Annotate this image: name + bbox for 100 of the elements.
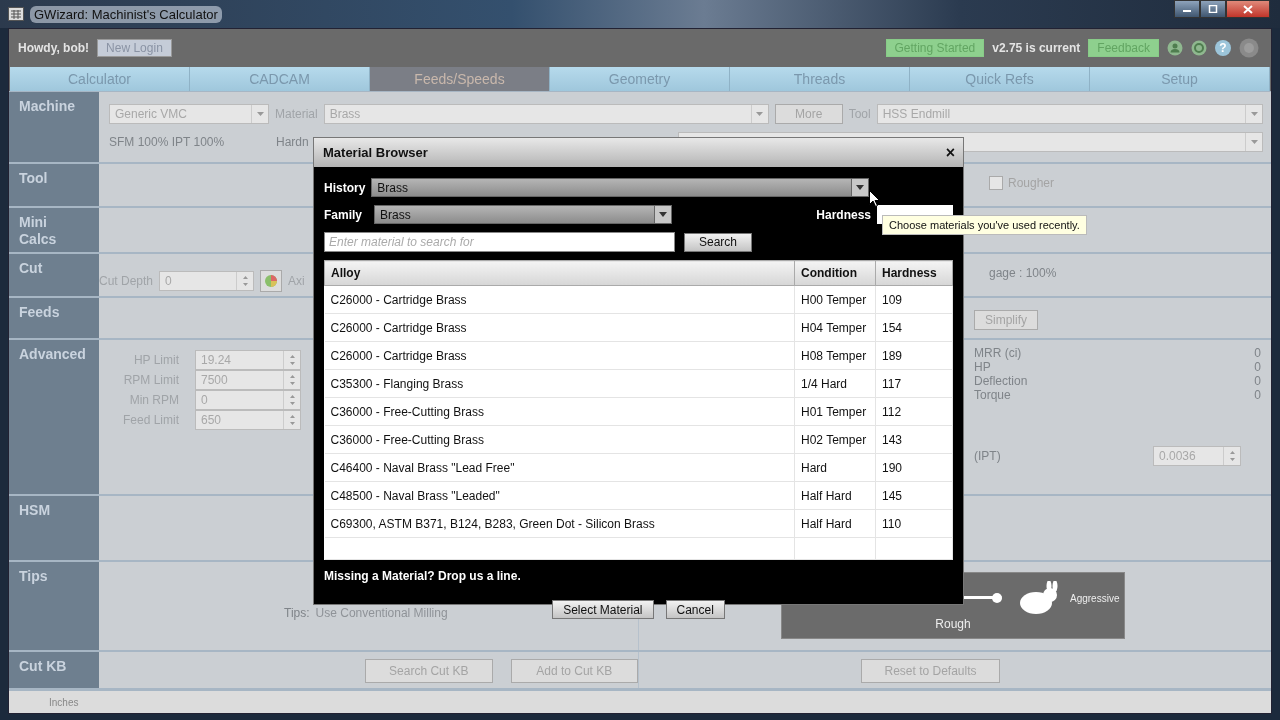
caret-icon	[256, 112, 264, 116]
dialog-button[interactable]: Cancel	[665, 600, 725, 619]
section-label: Machine	[19, 98, 75, 114]
engagement-text: gage : 100%	[989, 266, 1057, 280]
table-cell: H00 Temper	[794, 285, 876, 314]
limit-spinner[interactable]: 19.24	[195, 350, 301, 370]
machine-dropdown[interactable]: Generic VMC	[109, 104, 269, 124]
maximize-button[interactable]	[1200, 0, 1226, 18]
tab[interactable]: Setup	[1090, 67, 1270, 91]
greeting: Howdy, bob!	[18, 41, 90, 55]
close-button[interactable]: ×	[945, 143, 955, 162]
window-title: GWizard: Machinist's Calculator	[30, 5, 222, 23]
cursor-icon	[869, 190, 880, 207]
table-cell: C36000 - Free-Cutting Brass	[324, 397, 795, 426]
calculator-icon	[8, 7, 24, 21]
tool-dropdown[interactable]: HSS Endmill	[876, 104, 1263, 124]
section-label: Mini Calcs	[19, 214, 58, 248]
search-field[interactable]: Enter material to search for	[324, 232, 675, 252]
logo-icon[interactable]	[1239, 38, 1259, 58]
table-cell: 143	[875, 425, 953, 454]
section-label: Feeds	[19, 304, 60, 320]
readout-label: Deflection	[974, 374, 1028, 388]
ipt-spinner[interactable]: 0.0036	[1153, 446, 1241, 466]
section-label: Advanced	[19, 346, 86, 362]
caret-icon	[1250, 112, 1258, 116]
material-dropdown[interactable]: Brass	[323, 104, 769, 124]
readout-value: 0	[1254, 360, 1261, 374]
minimize-button[interactable]	[1174, 0, 1200, 18]
table-cell: C26000 - Cartridge Brass	[324, 313, 795, 342]
cut-depth-spinner[interactable]: 0	[159, 271, 255, 291]
table-cell: C26000 - Cartridge Brass	[324, 285, 795, 314]
close-button[interactable]	[1226, 0, 1270, 18]
machine-stats: SFM 100% IPT 100%	[109, 135, 226, 149]
readout-label: MRR (ci)	[974, 346, 1022, 360]
table-cell: H02 Temper	[794, 425, 876, 454]
table-cell: 112	[875, 397, 953, 426]
column-header[interactable]: Hardness	[875, 260, 953, 286]
dialog-button[interactable]: Select Material	[552, 600, 654, 619]
readout-label: HP	[974, 360, 991, 374]
tab[interactable]: Feeds/Speeds	[370, 67, 550, 91]
column-header[interactable]: Alloy	[324, 260, 795, 286]
history-dropdown[interactable]: Brass	[371, 178, 870, 197]
table-cell: 1/4 Hard	[794, 369, 876, 398]
limit-spinner[interactable]: 0	[195, 390, 301, 410]
field-label: History	[324, 180, 366, 195]
tab[interactable]: Geometry	[550, 67, 730, 91]
search-button[interactable]: Search	[684, 232, 752, 252]
table-cell: C48500 - Naval Brass "Leaded"	[324, 481, 795, 510]
readout-label: Torque	[974, 388, 1011, 402]
readout-value: 0	[1254, 388, 1261, 402]
color-wheel-button[interactable]	[260, 270, 283, 292]
column-header[interactable]: Condition	[794, 260, 876, 286]
slider-thumb[interactable]	[992, 593, 1002, 603]
dialog-title: Material Browser	[323, 145, 428, 160]
table-cell: C69300, ASTM B371, B124, B283, Green Dot - Silicon Brass	[324, 509, 795, 538]
refresh-icon[interactable]	[1191, 40, 1207, 56]
material-hardness: Hardn	[276, 135, 310, 149]
table-cell: Half Hard	[794, 481, 876, 510]
field-label: Family	[324, 207, 362, 222]
family-dropdown[interactable]: Brass	[374, 205, 672, 224]
more-button[interactable]: More	[774, 104, 843, 124]
limit-spinner[interactable]: 7500	[195, 370, 301, 390]
rougher-checkbox[interactable]	[989, 176, 1003, 190]
help-icon[interactable]: ?	[1215, 40, 1231, 56]
tip-text: Use Conventional Milling	[315, 606, 448, 620]
simplify-button[interactable]: Simplify	[974, 310, 1038, 330]
table-cell: C46400 - Naval Brass "Lead Free"	[324, 453, 795, 482]
cut-kb-button[interactable]: Search Cut KB	[365, 659, 493, 683]
person-icon[interactable]	[1167, 40, 1183, 56]
readout-value: 0	[1254, 374, 1261, 388]
spinner-arrows-icon	[288, 373, 296, 387]
section-label: Tool	[19, 170, 48, 186]
new-login-button[interactable]: New Login	[97, 39, 172, 57]
field-label: Hardness	[816, 207, 871, 222]
caret-icon	[1250, 140, 1258, 144]
spinner-arrows-icon	[288, 393, 296, 407]
table-cell: H04 Temper	[794, 313, 876, 342]
table-cell: 190	[875, 453, 953, 482]
cut-kb-button[interactable]: Add to Cut KB	[510, 659, 638, 683]
spinner-arrows-icon	[1228, 449, 1236, 463]
tab[interactable]: Quick Refs	[910, 67, 1090, 91]
spinner-arrows-icon	[288, 413, 296, 427]
tab[interactable]: CADCAM	[190, 67, 370, 91]
table-cell: H08 Temper	[794, 341, 876, 370]
maximize-icon	[1208, 5, 1218, 13]
version-status: v2.75 is current	[992, 41, 1081, 55]
section-label: Cut KB	[19, 658, 67, 674]
spinner-arrows-icon	[288, 353, 296, 367]
slider-low-label: Rough	[935, 617, 971, 631]
caret-icon	[856, 185, 865, 190]
table-cell: C35300 - Flanging Brass	[324, 369, 795, 398]
tooltip: Choose materials you've used recently.	[882, 215, 1087, 235]
tab[interactable]: Threads	[730, 67, 910, 91]
table-cell: Half Hard	[794, 509, 876, 538]
tab[interactable]: Calculator	[10, 67, 190, 91]
color-wheel-icon	[264, 274, 279, 288]
limit-spinner[interactable]: 650	[195, 410, 301, 430]
table-cell: C26000 - Cartridge Brass	[324, 341, 795, 370]
missing-material-text: Missing a Material? Drop us a line.	[324, 569, 522, 583]
table-cell: C36000 - Free-Cutting Brass	[324, 425, 795, 454]
